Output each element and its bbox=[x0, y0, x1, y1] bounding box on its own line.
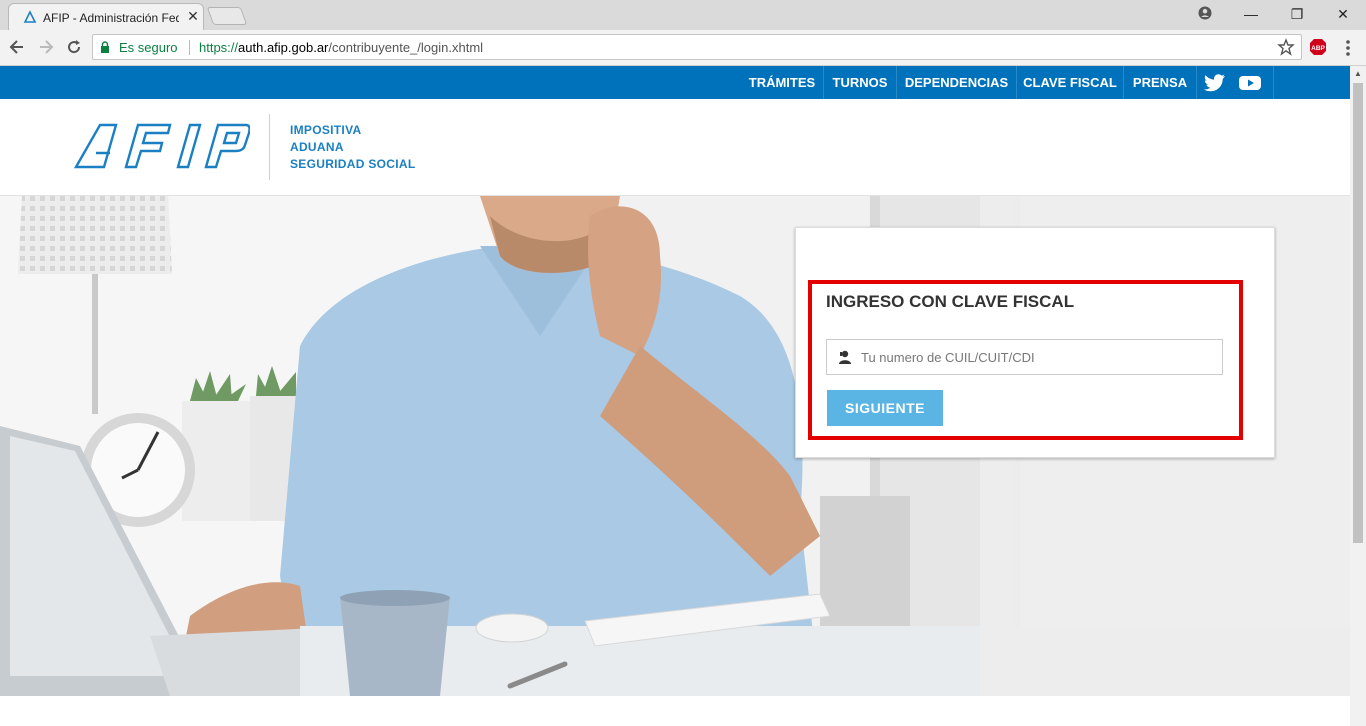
scroll-thumb[interactable] bbox=[1353, 83, 1363, 543]
logo-divider bbox=[269, 114, 270, 180]
tab-title: AFIP - Administración Fed bbox=[43, 11, 179, 25]
browser-menu-icon[interactable] bbox=[1338, 38, 1358, 58]
svg-text:ABP: ABP bbox=[1311, 45, 1325, 52]
adblock-plus-icon[interactable]: ABP bbox=[1309, 38, 1327, 56]
top-navigation: TRÁMITES TURNOS DEPENDENCIAS CLAVE FISCA… bbox=[0, 66, 1350, 99]
address-bar[interactable]: Es seguro https://auth.afip.gob.ar/contr… bbox=[92, 34, 1302, 60]
nav-prensa[interactable]: PRENSA bbox=[1124, 66, 1197, 99]
highlight-annotation-box bbox=[808, 280, 1243, 440]
browser-toolbar: Es seguro https://auth.afip.gob.ar/contr… bbox=[0, 30, 1366, 66]
bookmark-star-icon[interactable] bbox=[1277, 38, 1295, 56]
tagline-aduana: ADUANA bbox=[290, 140, 344, 154]
nav-dependencias[interactable]: DEPENDENCIAS bbox=[897, 66, 1017, 99]
lock-icon bbox=[101, 41, 109, 53]
close-window-button[interactable]: ✕ bbox=[1320, 0, 1366, 30]
nav-clave-fiscal[interactable]: CLAVE FISCAL bbox=[1017, 66, 1124, 99]
new-tab-button[interactable] bbox=[206, 7, 248, 25]
browser-tab-bar: AFIP - Administración Fed ✕ — ❐ ✕ bbox=[0, 0, 1366, 30]
tagline-impositiva: IMPOSITIVA bbox=[290, 123, 362, 137]
omnibox-divider bbox=[189, 40, 190, 55]
afip-favicon-icon bbox=[23, 10, 37, 23]
url-text[interactable]: https://auth.afip.gob.ar/contribuyente_/… bbox=[199, 40, 483, 55]
profile-icon[interactable] bbox=[1198, 6, 1212, 20]
scroll-up-arrow-icon[interactable]: ▲ bbox=[1350, 66, 1366, 82]
tagline-seguridad-social: SEGURIDAD SOCIAL bbox=[290, 157, 416, 171]
site-header: IMPOSITIVA ADUANA SEGURIDAD SOCIAL bbox=[0, 99, 1350, 196]
restore-button[interactable]: ❐ bbox=[1274, 0, 1320, 30]
nav-turnos[interactable]: TURNOS bbox=[824, 66, 897, 99]
youtube-icon[interactable] bbox=[1238, 73, 1262, 93]
minimize-button[interactable]: — bbox=[1228, 0, 1274, 30]
page-scrollbar[interactable]: ▲ bbox=[1350, 66, 1366, 726]
nav-tramites[interactable]: TRÁMITES bbox=[741, 66, 824, 99]
reload-icon[interactable] bbox=[64, 37, 84, 57]
secure-label: Es seguro bbox=[119, 40, 178, 55]
forward-arrow-icon[interactable] bbox=[36, 37, 56, 57]
tab-close-icon[interactable]: ✕ bbox=[185, 8, 201, 24]
twitter-icon[interactable] bbox=[1204, 73, 1226, 93]
back-arrow-icon[interactable] bbox=[7, 37, 27, 57]
afip-logo[interactable] bbox=[74, 121, 250, 171]
browser-tab[interactable]: AFIP - Administración Fed ✕ bbox=[8, 3, 204, 30]
